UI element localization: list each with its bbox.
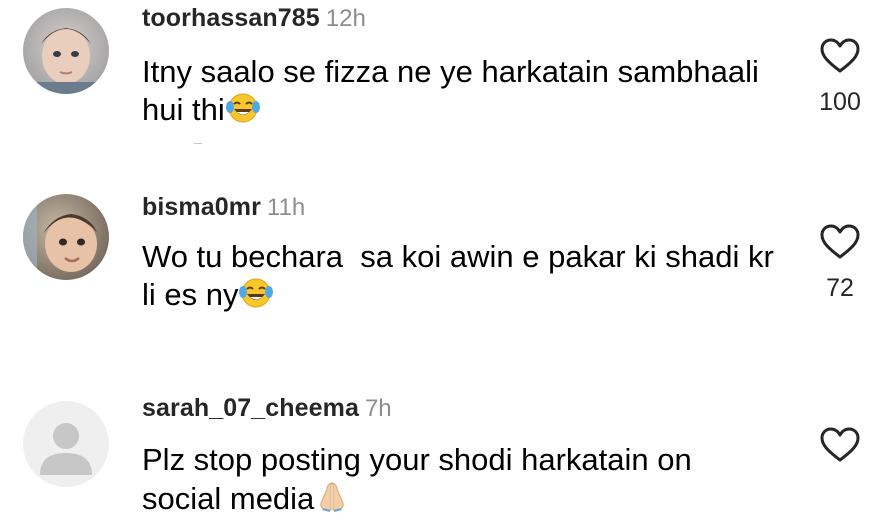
comment-item: bisma0mr 11h Wo tu bechara sa koi awin e … bbox=[0, 180, 885, 385]
divider bbox=[194, 143, 202, 144]
username[interactable]: toorhassan785 bbox=[142, 4, 320, 32]
comment-text: Plz stop posting your shodi harkatain on… bbox=[142, 441, 772, 522]
heart-outline-icon[interactable] bbox=[820, 224, 860, 260]
face-with-tears-of-joy-icon bbox=[225, 92, 260, 133]
avatar[interactable] bbox=[23, 401, 109, 487]
avatar[interactable] bbox=[23, 8, 109, 94]
child-photo-avatar-icon bbox=[23, 8, 109, 94]
default-user-avatar-icon bbox=[23, 401, 109, 487]
heart-outline-icon[interactable] bbox=[820, 38, 860, 74]
like-count: 72 bbox=[826, 274, 854, 302]
like-control bbox=[816, 427, 864, 477]
comment-body: Wo tu bechara sa koi awin e pakar ki sha… bbox=[142, 239, 783, 312]
comment-text: Wo tu bechara sa koi awin e pakar ki sha… bbox=[142, 238, 782, 318]
timestamp: 7h bbox=[364, 395, 392, 422]
comment-item: sarah_07_cheema 7h Plz stop posting your … bbox=[0, 385, 885, 520]
like-control: 72 bbox=[816, 224, 864, 303]
comment-header: bisma0mr 11h bbox=[142, 193, 305, 222]
heart-outline-icon[interactable] bbox=[820, 427, 860, 463]
timestamp: 12h bbox=[325, 5, 366, 32]
toddler-photo-avatar-icon bbox=[23, 194, 109, 280]
face-with-tears-of-joy-icon bbox=[239, 277, 274, 318]
comment-item: toorhassan785 12h Itny saalo se fizza ne … bbox=[0, 0, 885, 180]
like-control: 100 bbox=[816, 38, 864, 117]
username[interactable]: sarah_07_cheema bbox=[142, 394, 359, 422]
comment-text: Itny saalo se fizza ne ye harkatain samb… bbox=[142, 53, 782, 133]
comment-header: toorhassan785 12h bbox=[142, 4, 366, 33]
comment-header: sarah_07_cheema 7h bbox=[142, 394, 392, 423]
comment-body: Plz stop posting your shodi harkatain on… bbox=[142, 442, 692, 516]
username[interactable]: bisma0mr bbox=[142, 193, 261, 221]
timestamp: 11h bbox=[266, 194, 306, 221]
folded-hands-icon bbox=[315, 479, 349, 522]
like-count: 100 bbox=[819, 88, 861, 116]
avatar[interactable] bbox=[23, 194, 109, 280]
